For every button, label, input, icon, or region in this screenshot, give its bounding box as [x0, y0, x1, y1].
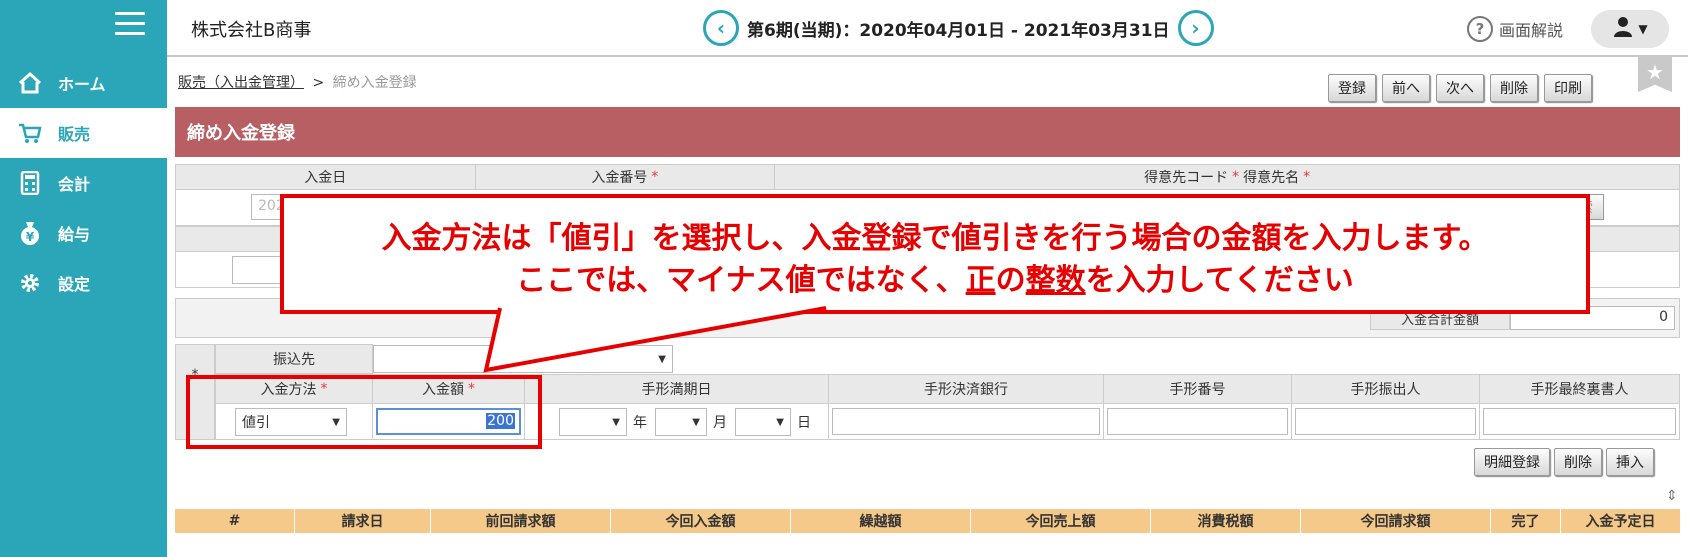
year-label: 年 [633, 415, 647, 431]
bank-input[interactable] [832, 408, 1100, 435]
next-button[interactable]: 次へ [1436, 74, 1484, 102]
form-header-row: 入金日 入金番号 * 得意先コード * 得意先名 * [175, 164, 1680, 190]
user-icon [1612, 16, 1634, 43]
period-label: 第6期(当期)：2020年04月01日 - 2021年03月31日 [747, 20, 1170, 41]
sidebar-item-label: 会計 [58, 175, 91, 194]
drawer-input[interactable] [1295, 408, 1476, 435]
dropdown-arrow-icon: ▼ [776, 416, 784, 428]
sidebar-item-label: 給与 [58, 225, 91, 244]
endorser-cell [1480, 404, 1680, 440]
dropdown-arrow-icon: ▼ [692, 416, 700, 428]
sidebar-item-accounting[interactable]: 会計 [0, 158, 167, 208]
drawer-cell [1292, 404, 1480, 440]
page-title: 締め入金登録 [175, 107, 1680, 157]
highlight-box [186, 375, 542, 449]
furikomi-label: 振込先 [215, 344, 373, 374]
endorser-input[interactable] [1483, 408, 1676, 435]
print-button[interactable]: 印刷 [1544, 74, 1592, 102]
list-col-header: 繰越額 [791, 509, 971, 533]
user-menu-button[interactable]: ▼ [1591, 10, 1669, 48]
sidebar-item-sales[interactable]: 販売 [0, 108, 167, 158]
list-col-header: 前回請求額 [431, 509, 611, 533]
annotation-text: 入金方法は「値引」を選択し、入金登録で値引きを行う場合の金額を入力します。 ここ… [284, 218, 1586, 302]
due-month-select[interactable]: ▼ [655, 408, 707, 436]
chevron-down-icon: ▼ [1638, 22, 1648, 36]
annotation-line-1: 入金方法は「値引」を選択し、入金登録で値引きを行う場合の金額を入力します。 [381, 221, 1489, 256]
breadcrumb-separator: > [312, 75, 325, 91]
annotation-line-2: ここでは、マイナス値ではなく、正の整数を入力してください [516, 263, 1354, 298]
bank-cell [829, 404, 1104, 440]
list-col-header: 入金予定日 [1585, 514, 1656, 530]
sidebar-item-payroll[interactable]: ¥ 給与 [0, 208, 167, 258]
sort-icon[interactable]: ⇕ [1666, 488, 1678, 504]
prev-button[interactable]: 前へ [1382, 74, 1430, 102]
register-button[interactable]: 登録 [1328, 74, 1376, 102]
list-col-header: # [175, 509, 295, 533]
header: 株式会社B商事 ‹ 第6期(当期)：2020年04月01日 - 2021年03月… [167, 0, 1688, 57]
sidebar-item-label: 設定 [58, 275, 91, 294]
drawer-header: 手形振出人 [1292, 374, 1480, 404]
sidebar-item-settings[interactable]: 設定 [0, 258, 167, 308]
callout-tail [483, 306, 827, 373]
customer-header: 得意先コード * 得意先名 * [1144, 169, 1311, 186]
bookmark-star-icon[interactable]: ★ [1638, 56, 1672, 92]
endorser-header: 手形最終裏書人 [1480, 374, 1680, 404]
bank-header: 手形決済銀行 [829, 374, 1104, 404]
sidebar: ホーム 販売 会計 ¥ 給与 設定 [0, 0, 167, 557]
annotation-callout: 入金方法は「値引」を選択し、入金登録で値引きを行う場合の金額を入力します。 ここ… [280, 194, 1590, 314]
next-period-button[interactable]: › [1177, 10, 1214, 46]
help-label: 画面解説 [1499, 21, 1564, 40]
sidebar-item-home[interactable]: ホーム [0, 58, 167, 108]
list-header: # 請求日 前回請求額 今回入金額 繰越額 今回売上額 消費税額 今回請求額 完… [175, 509, 1680, 533]
list-col-header: 消費税額 [1151, 509, 1301, 533]
home-icon [16, 69, 44, 97]
month-label: 月 [713, 415, 727, 431]
company-name: 株式会社B商事 [191, 20, 312, 41]
due-cell: ▼ 年 ▼ 月 ▼ 日 [525, 404, 829, 440]
add-detail-button[interactable]: 明細登録 [1474, 448, 1550, 476]
list-col-header: 今回入金額 [611, 509, 791, 533]
number-header: 入金番号 * [476, 165, 776, 189]
calculator-icon [16, 169, 44, 197]
due-header: 手形満期日 [525, 374, 829, 404]
sidebar-nav: ホーム 販売 会計 ¥ 給与 設定 [0, 58, 167, 308]
day-label: 日 [797, 415, 811, 431]
help-link[interactable]: ? 画面解説 [1467, 16, 1563, 42]
toolbar: 登録 前へ 次へ 削除 印刷 [1328, 74, 1592, 102]
list-col-header: 今回売上額 [971, 509, 1151, 533]
breadcrumb-current: 締め入金登録 [332, 75, 417, 91]
due-day-select[interactable]: ▼ [735, 408, 791, 436]
sidebar-item-label: ホーム [58, 75, 106, 94]
dropdown-arrow-icon: ▼ [612, 416, 620, 428]
list-col-header: 今回請求額 [1301, 509, 1491, 533]
cart-icon [16, 119, 44, 147]
breadcrumb-parent-link[interactable]: 販売（入出金管理） [178, 75, 304, 91]
help-icon: ? [1467, 16, 1493, 42]
sidebar-item-label: 販売 [58, 125, 91, 144]
period-nav: ‹ 第6期(当期)：2020年04月01日 - 2021年03月31日 › [703, 10, 1214, 46]
bill-no-cell [1104, 404, 1292, 440]
svg-text:¥: ¥ [26, 230, 35, 244]
gear-icon [16, 269, 44, 297]
delete-button[interactable]: 削除 [1490, 74, 1538, 102]
list-col-header: 請求日 [295, 509, 431, 533]
list-col-header: 完了 [1491, 509, 1561, 533]
detail-buttons: 明細登録 削除 挿入 [1474, 448, 1654, 476]
menu-icon[interactable] [115, 12, 145, 38]
yen-bag-icon: ¥ [16, 219, 44, 247]
prev-period-button[interactable]: ‹ [703, 10, 739, 46]
date-header: 入金日 [176, 165, 476, 189]
due-year-select[interactable]: ▼ [559, 408, 627, 436]
bill-no-header: 手形番号 [1104, 374, 1292, 404]
insert-detail-button[interactable]: 挿入 [1606, 448, 1654, 476]
delete-detail-button[interactable]: 削除 [1554, 448, 1602, 476]
bill-no-input[interactable] [1107, 408, 1288, 435]
breadcrumb: 販売（入出金管理） > 締め入金登録 [178, 72, 417, 92]
